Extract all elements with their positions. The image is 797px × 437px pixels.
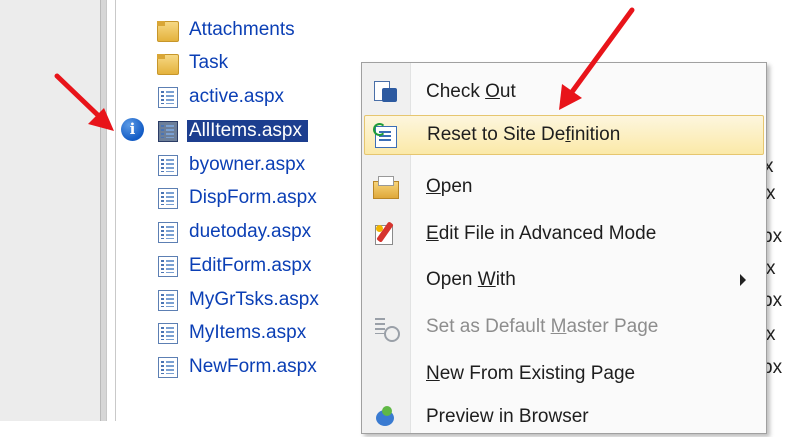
tree-item-label: NewForm.aspx	[189, 356, 317, 377]
menu-item-label: Reset to Site Definition	[427, 124, 621, 145]
tree-item-label: byowner.aspx	[189, 154, 306, 175]
tree-item-label: active.aspx	[189, 86, 285, 107]
tree-item-label: Attachments	[189, 19, 295, 40]
menu-item-label: New From Existing Page	[426, 363, 636, 384]
menu-item-label: Open	[426, 176, 473, 197]
tree-item-active[interactable]: active.aspx	[155, 83, 284, 111]
tree-item-editform[interactable]: EditForm.aspx	[155, 252, 311, 280]
tree-item-label: DispForm.aspx	[189, 187, 317, 208]
menu-item-label: Open With	[426, 269, 516, 290]
edit-advanced-icon	[372, 221, 398, 247]
menu-item-label: Edit File in Advanced Mode	[426, 223, 657, 244]
menu-item-set-default-master-page[interactable]: Set as Default Master Page	[364, 307, 762, 347]
menu-item-label: Set as Default Master Page	[426, 316, 659, 337]
left-pane	[0, 0, 100, 421]
menu-item-reset-to-site-definition[interactable]: Reset to Site Definition	[364, 115, 764, 155]
tree-item-dispform[interactable]: DispForm.aspx	[155, 184, 317, 212]
aspx-page-icon	[155, 255, 181, 277]
master-page-icon	[372, 314, 400, 342]
menu-item-preview-in-browser[interactable]: Preview in Browser	[364, 397, 762, 437]
tree-item-duetoday[interactable]: duetoday.aspx	[155, 218, 311, 246]
aspx-page-icon	[155, 356, 181, 378]
menu-item-edit-advanced-mode[interactable]: Edit File in Advanced Mode	[364, 214, 762, 254]
pane-splitter[interactable]	[100, 0, 107, 421]
tree-item-byowner[interactable]: byowner.aspx	[155, 151, 305, 179]
folder-icon	[155, 19, 181, 42]
menu-item-label: Preview in Browser	[426, 406, 589, 427]
aspx-page-icon	[155, 154, 181, 176]
menu-item-open-with[interactable]: Open With	[364, 260, 762, 300]
menu-item-check-out[interactable]: Check Out	[364, 72, 762, 112]
open-folder-icon	[372, 174, 399, 200]
check-out-icon	[372, 79, 398, 105]
tree-item-label: Task	[189, 52, 229, 73]
menu-item-label: Check Out	[426, 81, 516, 102]
tree-item-label: EditForm.aspx	[189, 255, 312, 276]
tree-item-mygrtsks[interactable]: MyGrTsks.aspx	[155, 286, 319, 314]
preview-browser-icon	[372, 404, 398, 430]
tree-item-task[interactable]: Task	[155, 49, 228, 77]
tree-item-attachments[interactable]: Attachments	[155, 16, 295, 44]
info-icon[interactable]: i	[121, 118, 144, 141]
tree-item-myitems[interactable]: MyItems.aspx	[155, 319, 306, 347]
menu-item-open[interactable]: Open	[364, 167, 762, 207]
tree-item-allitems[interactable]: AllItems.aspx	[155, 117, 308, 145]
aspx-page-icon	[155, 289, 181, 311]
tree-item-label: MyGrTsks.aspx	[189, 289, 319, 310]
column-text-fragment: x	[766, 258, 776, 279]
tree-item-label: duetoday.aspx	[189, 221, 312, 242]
submenu-arrow-icon	[740, 274, 746, 286]
aspx-page-icon	[155, 187, 181, 209]
tree-item-newform[interactable]: NewForm.aspx	[155, 353, 317, 381]
aspx-page-icon	[155, 86, 181, 108]
menu-item-new-from-existing-page[interactable]: New From Existing Page	[364, 354, 762, 394]
reset-site-definition-icon	[373, 123, 399, 149]
aspx-page-icon	[155, 221, 181, 243]
tree-item-label: MyItems.aspx	[189, 322, 307, 343]
column-text-fragment: x	[766, 183, 776, 204]
tree-item-label: AllItems.aspx	[187, 120, 308, 142]
aspx-page-icon	[155, 120, 181, 142]
aspx-page-icon	[155, 322, 181, 344]
tree-guide-line	[115, 0, 116, 421]
context-menu: Check Out Reset to Site Definition Open …	[361, 62, 767, 434]
folder-icon	[155, 52, 181, 75]
column-text-fragment: x	[766, 324, 776, 345]
